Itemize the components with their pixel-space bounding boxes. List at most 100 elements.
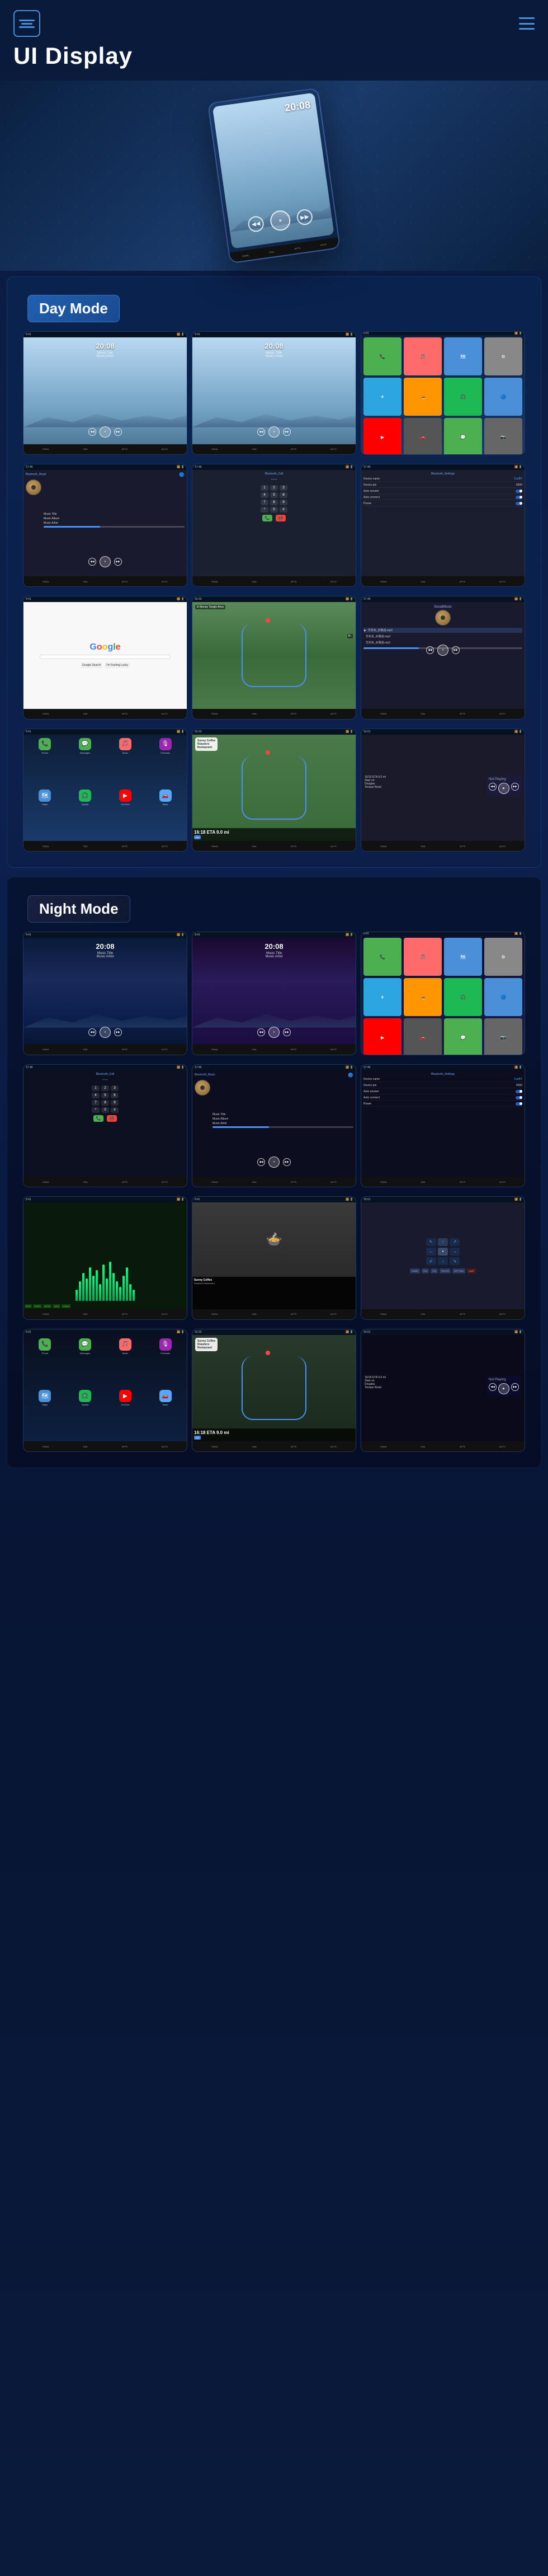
social-play[interactable]: ⏸ [437,645,448,656]
app-spotify[interactable]: 🎧 [444,378,482,416]
carplay-app-messages[interactable]: 💬 Messages [66,738,105,788]
mini-prev-1[interactable]: ◀◀ [88,428,96,436]
night-mini-prev-1[interactable]: ◀◀ [88,1028,96,1036]
night-mini-prev-2[interactable]: ◀◀ [257,1028,265,1036]
nav-arrow-left[interactable]: ← [426,1248,436,1256]
night-key-2[interactable]: 2 [101,1085,109,1091]
np-next[interactable]: ▶▶ [511,783,519,791]
night-np-play[interactable]: ▶ [498,1383,509,1394]
night-app-telegram[interactable]: ✈ [363,978,401,1016]
google-search-btn[interactable]: Google Search [81,662,102,668]
night-key-7[interactable]: 7 [92,1100,100,1106]
night-cp-podcasts[interactable]: 🎙 Podcasts [146,1338,185,1389]
key-0[interactable]: 0 [270,507,278,513]
night-np-next[interactable]: ▶▶ [511,1383,519,1391]
eq-preset-btn-3[interactable]: 400Hz [43,1304,52,1308]
eq-preset-btn-1[interactable]: 60Hz [25,1304,32,1308]
night-app-camera[interactable]: 📷 [484,1018,522,1055]
next-btn[interactable]: ▶▶ [296,208,314,226]
mini-play-1[interactable]: ⏸ [100,426,111,438]
night-cp-waze[interactable]: 🚗 Waze [146,1390,185,1440]
track-item-2[interactable]: 华东东_对我说.mp3 [363,634,522,639]
night-cp-music[interactable]: 🎵 Music [106,1338,145,1389]
night-app-radio[interactable]: 📻 [404,978,442,1016]
key-6[interactable]: 6 [280,492,287,498]
key-3[interactable]: 3 [280,485,287,491]
carplay-app-waze[interactable]: 🚗 Waze [146,789,185,840]
nav-arrow-down[interactable]: ↓ [438,1257,448,1265]
nav-arrow-up[interactable]: ↑ [438,1238,448,1246]
bt-music-prev[interactable]: ◀◀ [88,558,96,566]
nav-arrow-bl[interactable]: ↙ [426,1257,436,1265]
night-mini-next-2[interactable]: ▶▶ [283,1028,291,1036]
app-music[interactable]: 🎵 [404,337,442,375]
nav-arrow-center[interactable]: • [438,1248,448,1256]
app-messages[interactable]: 💬 [444,418,482,455]
carplay-app-youtube[interactable]: ▶ YouTube [106,789,145,840]
mini-prev-2[interactable]: ◀◀ [257,428,265,436]
app-maps[interactable]: 🗺 [444,337,482,375]
bt-music-next[interactable]: ▶▶ [114,558,122,566]
night-key-3[interactable]: 3 [111,1085,119,1091]
night-mini-next-1[interactable]: ▶▶ [114,1028,122,1036]
night-key-hash[interactable]: # [111,1107,119,1113]
night-app-youtube[interactable]: ▶ [363,1018,401,1055]
nav-btn-setting[interactable]: SETTING [452,1268,465,1273]
nav-btn-poi[interactable]: POI [431,1268,438,1273]
night-app-waze[interactable]: 🚗 [404,1018,442,1055]
app-radio[interactable]: 📻 [404,378,442,416]
night-key-8[interactable]: 8 [101,1100,109,1106]
eq-preset-btn-5[interactable]: 2.4kHz [62,1304,70,1308]
toggle-auto-answer[interactable] [516,490,522,493]
call-btn[interactable]: 📞 [262,515,272,521]
night-key-9[interactable]: 9 [111,1100,119,1106]
key-7[interactable]: 7 [261,500,268,505]
night-end-call-btn[interactable]: 📵 [107,1115,117,1122]
nav-arrow-tl[interactable]: ↖ [426,1238,436,1246]
mini-next-2[interactable]: ▶▶ [283,428,291,436]
night-toggle-auto-answer[interactable] [516,1090,522,1093]
app-settings[interactable]: ⚙ [484,337,522,375]
night-app-phone[interactable]: 📞 [363,938,401,976]
night-np-prev[interactable]: ◀◀ [489,1383,497,1391]
toggle-auto-connect[interactable] [516,496,522,499]
key-hash[interactable]: # [280,507,287,513]
end-call-btn[interactable]: 📵 [276,515,286,521]
key-9[interactable]: 9 [280,500,287,505]
night-app-settings[interactable]: ⚙ [484,938,522,976]
toggle-power[interactable] [516,502,522,505]
key-star[interactable]: * [261,507,268,513]
nav-arrow-right[interactable]: → [450,1248,460,1256]
night-bt-music-prev[interactable]: ◀◀ [257,1158,265,1166]
night-bt-music-next[interactable]: ▶▶ [283,1158,291,1166]
app-telegram[interactable]: ✈ [363,378,401,416]
carplay-app-spotify[interactable]: 🎧 Spotify [66,789,105,840]
nav-btn-route[interactable]: ROUTE [440,1268,451,1273]
nav-arrow-br[interactable]: ↘ [450,1257,460,1265]
night-go-btn[interactable]: GO [194,1436,201,1440]
night-cp-phone[interactable]: 📞 Phone [26,1338,64,1389]
carplay-app-phone[interactable]: 📞 Phone [26,738,64,788]
night-app-maps[interactable]: 🗺 [444,938,482,976]
nav-arrow-tr[interactable]: ↗ [450,1238,460,1246]
eq-preset-btn-2[interactable]: 150Hz [33,1304,42,1308]
night-bt-music-play[interactable]: ⏸ [268,1157,280,1168]
night-key-6[interactable]: 6 [111,1093,119,1098]
mini-next-1[interactable]: ▶▶ [114,428,122,436]
night-key-4[interactable]: 4 [92,1093,100,1098]
night-key-0[interactable]: 0 [101,1107,109,1113]
app-phone[interactable]: 📞 [363,337,401,375]
night-app-bt[interactable]: 🔵 [484,978,522,1016]
night-app-music[interactable]: 🎵 [404,938,442,976]
menu-icon[interactable] [519,17,535,30]
night-cp-spotify[interactable]: 🎧 Spotify [66,1390,105,1440]
np-prev[interactable]: ◀◀ [489,783,497,791]
night-toggle-power[interactable] [516,1102,522,1106]
night-mini-play-1[interactable]: ⏸ [100,1027,111,1038]
carplay-app-podcasts[interactable]: 🎙 Podcasts [146,738,185,788]
google-search-bar[interactable] [40,655,171,659]
night-cp-messages[interactable]: 💬 Messages [66,1338,105,1389]
night-mini-play-2[interactable]: ⏸ [268,1027,280,1038]
carplay-app-maps[interactable]: 🗺 Maps [26,789,64,840]
track-item-1[interactable]: ▶ 华东东_对我说.mp3 [363,628,522,633]
